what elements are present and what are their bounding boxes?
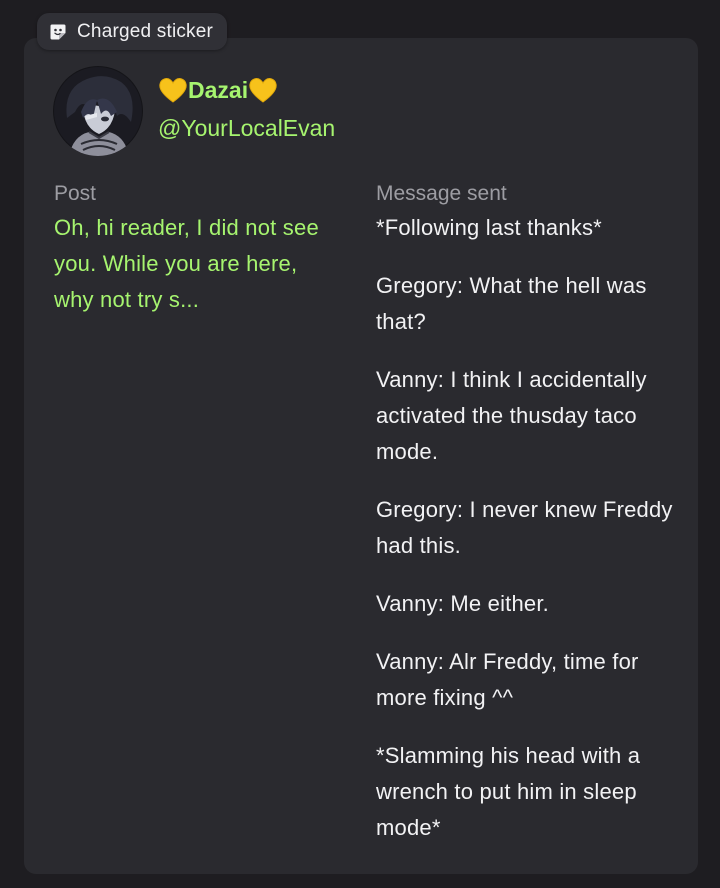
yellow-heart-icon <box>158 76 188 104</box>
post-label: Post <box>54 182 97 205</box>
message-paragraph: Vanny: Me either. <box>376 591 549 616</box>
avatar[interactable] <box>53 66 143 156</box>
message-paragraph: Gregory: What the hell was that? <box>376 273 647 334</box>
message-paragraph: *Slamming his head with a wrench to put … <box>376 743 641 840</box>
message-body: *Following last thanks* Gregory: What th… <box>376 210 681 868</box>
message-paragraph: *Following last thanks* <box>376 215 602 240</box>
message-paragraph: Vanny: I think I accidentally activated … <box>376 367 647 464</box>
display-name: Dazai <box>188 76 249 103</box>
charged-sticker-badge: Charged sticker <box>37 13 228 50</box>
post-preview-link[interactable]: Oh, hi reader, I did not see you. While … <box>54 210 339 318</box>
message-paragraph: Vanny: Alr Freddy, time for more fixing … <box>376 649 639 710</box>
sticker-label: Charged sticker <box>77 20 214 42</box>
message-paragraph: Gregory: I never knew Freddy had this. <box>376 497 673 558</box>
message-sent-label: Message sent <box>376 182 507 205</box>
display-name-row[interactable]: Dazai <box>158 76 278 104</box>
user-handle[interactable]: @YourLocalEvan <box>158 115 335 142</box>
sticker-icon <box>49 23 67 41</box>
yellow-heart-icon <box>248 76 278 104</box>
